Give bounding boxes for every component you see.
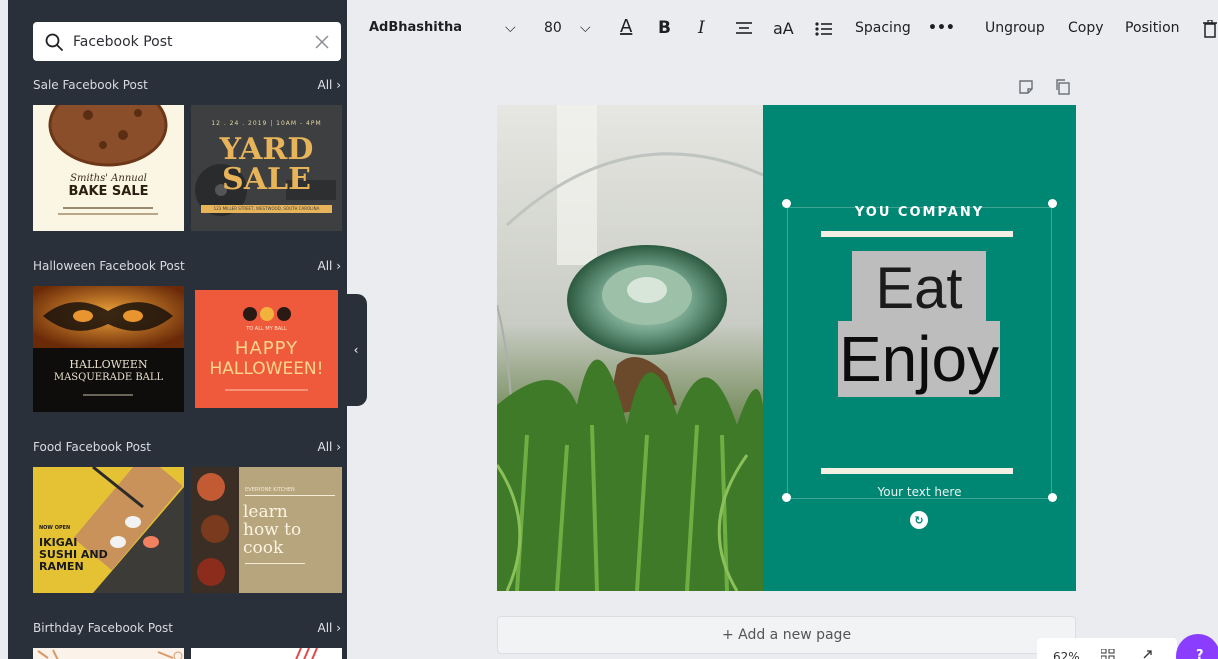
subtext[interactable]: Your text here <box>763 485 1076 499</box>
grid-view-icon[interactable] <box>1101 649 1115 659</box>
see-all-link[interactable]: All › <box>317 440 341 454</box>
masq-bottom: MASQUERADE BALL <box>53 372 164 383</box>
yard-date: 12 . 24 . 2019 | 10AM - 4PM <box>211 120 322 127</box>
cook-small: EVERYONE KITCHEN <box>245 487 295 493</box>
see-all-link[interactable]: All › <box>317 621 341 635</box>
italic-button[interactable]: I <box>698 18 705 38</box>
section-header-halloween: Halloween Facebook Post All › <box>33 259 341 273</box>
chevron-down-icon[interactable]: ⌵ <box>580 20 591 36</box>
resize-handle[interactable] <box>782 199 791 208</box>
help-button[interactable]: ? <box>1176 634 1218 659</box>
cook-line2: how to <box>243 520 302 540</box>
search-icon <box>45 33 63 51</box>
see-all-link[interactable]: All › <box>317 259 341 273</box>
happy-line1: HAPPY <box>234 338 299 359</box>
divider <box>821 231 1013 237</box>
search-input[interactable]: Facebook Post <box>33 22 341 61</box>
collapse-sidebar-button[interactable]: ‹ <box>345 294 367 406</box>
bake-small-text: Smiths' Annual <box>70 173 147 184</box>
template-thumb-happy-halloween[interactable]: TO ALL MY BALL HAPPY HALLOWEEN! <box>195 290 338 408</box>
company-heading[interactable]: YOU COMPANY <box>763 205 1076 220</box>
food-photos <box>191 467 239 593</box>
close-icon[interactable] <box>315 34 329 49</box>
section-title: Halloween Facebook Post <box>33 259 185 273</box>
headline-line-2[interactable]: Enjoy <box>838 321 1000 397</box>
divider <box>245 563 305 564</box>
template-thumb-sushi[interactable]: NOW OPEN IKIGAI SUSHI AND RAMEN <box>33 467 184 593</box>
yard-line2: SALE <box>222 162 311 197</box>
divider <box>245 495 335 496</box>
masq-top: HALLOWEEN <box>69 358 148 371</box>
mask-image <box>33 286 184 348</box>
section-header-sale: Sale Facebook Post All › <box>33 78 341 92</box>
divider <box>225 389 308 391</box>
divider <box>58 213 158 215</box>
ungroup-button[interactable]: Ungroup <box>985 20 1045 36</box>
terrarium-photo <box>497 105 763 591</box>
position-button[interactable]: Position <box>1125 20 1180 36</box>
divider <box>83 394 133 396</box>
template-thumb-cook[interactable]: EVERYONE KITCHEN learn how to cook <box>191 467 342 593</box>
search-value: Facebook Post <box>73 33 173 50</box>
copy-button[interactable]: Copy <box>1068 20 1104 36</box>
section-header-birthday: Birthday Facebook Post All › <box>33 621 341 635</box>
see-all-link[interactable]: All › <box>317 78 341 92</box>
confetti-image <box>295 648 318 659</box>
design-page[interactable]: YOU COMPANY Eat & Enjoy Your text here ↻ <box>497 105 1076 591</box>
spacing-button[interactable]: Spacing <box>855 20 911 36</box>
duplicate-page-icon[interactable] <box>1055 79 1071 95</box>
rotate-icon[interactable]: ↻ <box>910 511 928 529</box>
resize-handle[interactable] <box>1048 199 1057 208</box>
resize-handle[interactable] <box>1048 493 1057 502</box>
font-family-select[interactable]: AdBhashitha <box>369 20 462 35</box>
app-window: Facebook Post Sale Facebook Post All › S… <box>0 0 1218 659</box>
confetti-image <box>37 649 183 659</box>
cook-line1: learn <box>243 502 288 522</box>
cook-line3: cook <box>243 538 284 558</box>
divider <box>821 468 1013 474</box>
template-thumb-masquerade[interactable]: HALLOWEEN MASQUERADE BALL <box>33 286 184 412</box>
green-text-panel[interactable]: YOU COMPANY Eat & Enjoy Your text here ↻ <box>763 105 1076 591</box>
more-options-button[interactable]: ••• <box>928 20 955 36</box>
expand-icon[interactable] <box>1143 649 1153 659</box>
template-thumb-birthday-1[interactable] <box>33 648 184 659</box>
yard-foot: 123 MILLER STREET, WESTWOOD, SOUTH CAROL… <box>201 205 332 213</box>
letter-case-button[interactable]: aA <box>773 19 794 38</box>
font-size-select[interactable]: 80 <box>544 20 562 36</box>
trash-icon[interactable] <box>1203 20 1217 38</box>
happy-small: TO ALL MY BALL <box>246 326 287 332</box>
resize-handle[interactable] <box>782 493 791 502</box>
template-thumb-bake-sale[interactable]: Smiths' Annual BAKE SALE <box>33 105 184 231</box>
section-title: Sale Facebook Post <box>33 78 148 92</box>
template-thumb-yard-sale[interactable]: 12 . 24 . 2019 | 10AM - 4PM YARD SALE 12… <box>191 105 342 231</box>
yard-line1: YARD <box>219 132 314 167</box>
section-title: Birthday Facebook Post <box>33 621 174 635</box>
template-thumb-birthday-2[interactable] <box>191 648 342 659</box>
happy-line2: HALLOWEEN! <box>209 359 324 379</box>
note-icon[interactable] <box>1018 79 1034 95</box>
divider <box>63 207 153 209</box>
template-sidebar: Facebook Post Sale Facebook Post All › S… <box>8 0 347 659</box>
sushi-small: NOW OPEN <box>39 525 71 531</box>
sushi-line3: RAMEN <box>39 560 84 573</box>
chevron-left-icon: ‹ <box>353 343 359 357</box>
headline-line-1[interactable]: Eat & <box>852 251 986 397</box>
bold-button[interactable]: B <box>658 18 671 38</box>
bake-big-text: BAKE SALE <box>68 184 149 199</box>
section-header-food: Food Facebook Post All › <box>33 440 341 454</box>
chevron-down-icon[interactable]: ⌵ <box>505 20 516 36</box>
zoom-controls: 62% <box>1037 638 1177 659</box>
add-page-button[interactable]: + Add a new page <box>497 616 1076 654</box>
list-icon[interactable] <box>815 21 833 37</box>
align-center-icon[interactable] <box>735 21 753 37</box>
zoom-level[interactable]: 62% <box>1053 650 1080 659</box>
text-color-button[interactable]: A <box>620 16 632 37</box>
section-title: Food Facebook Post <box>33 440 151 454</box>
